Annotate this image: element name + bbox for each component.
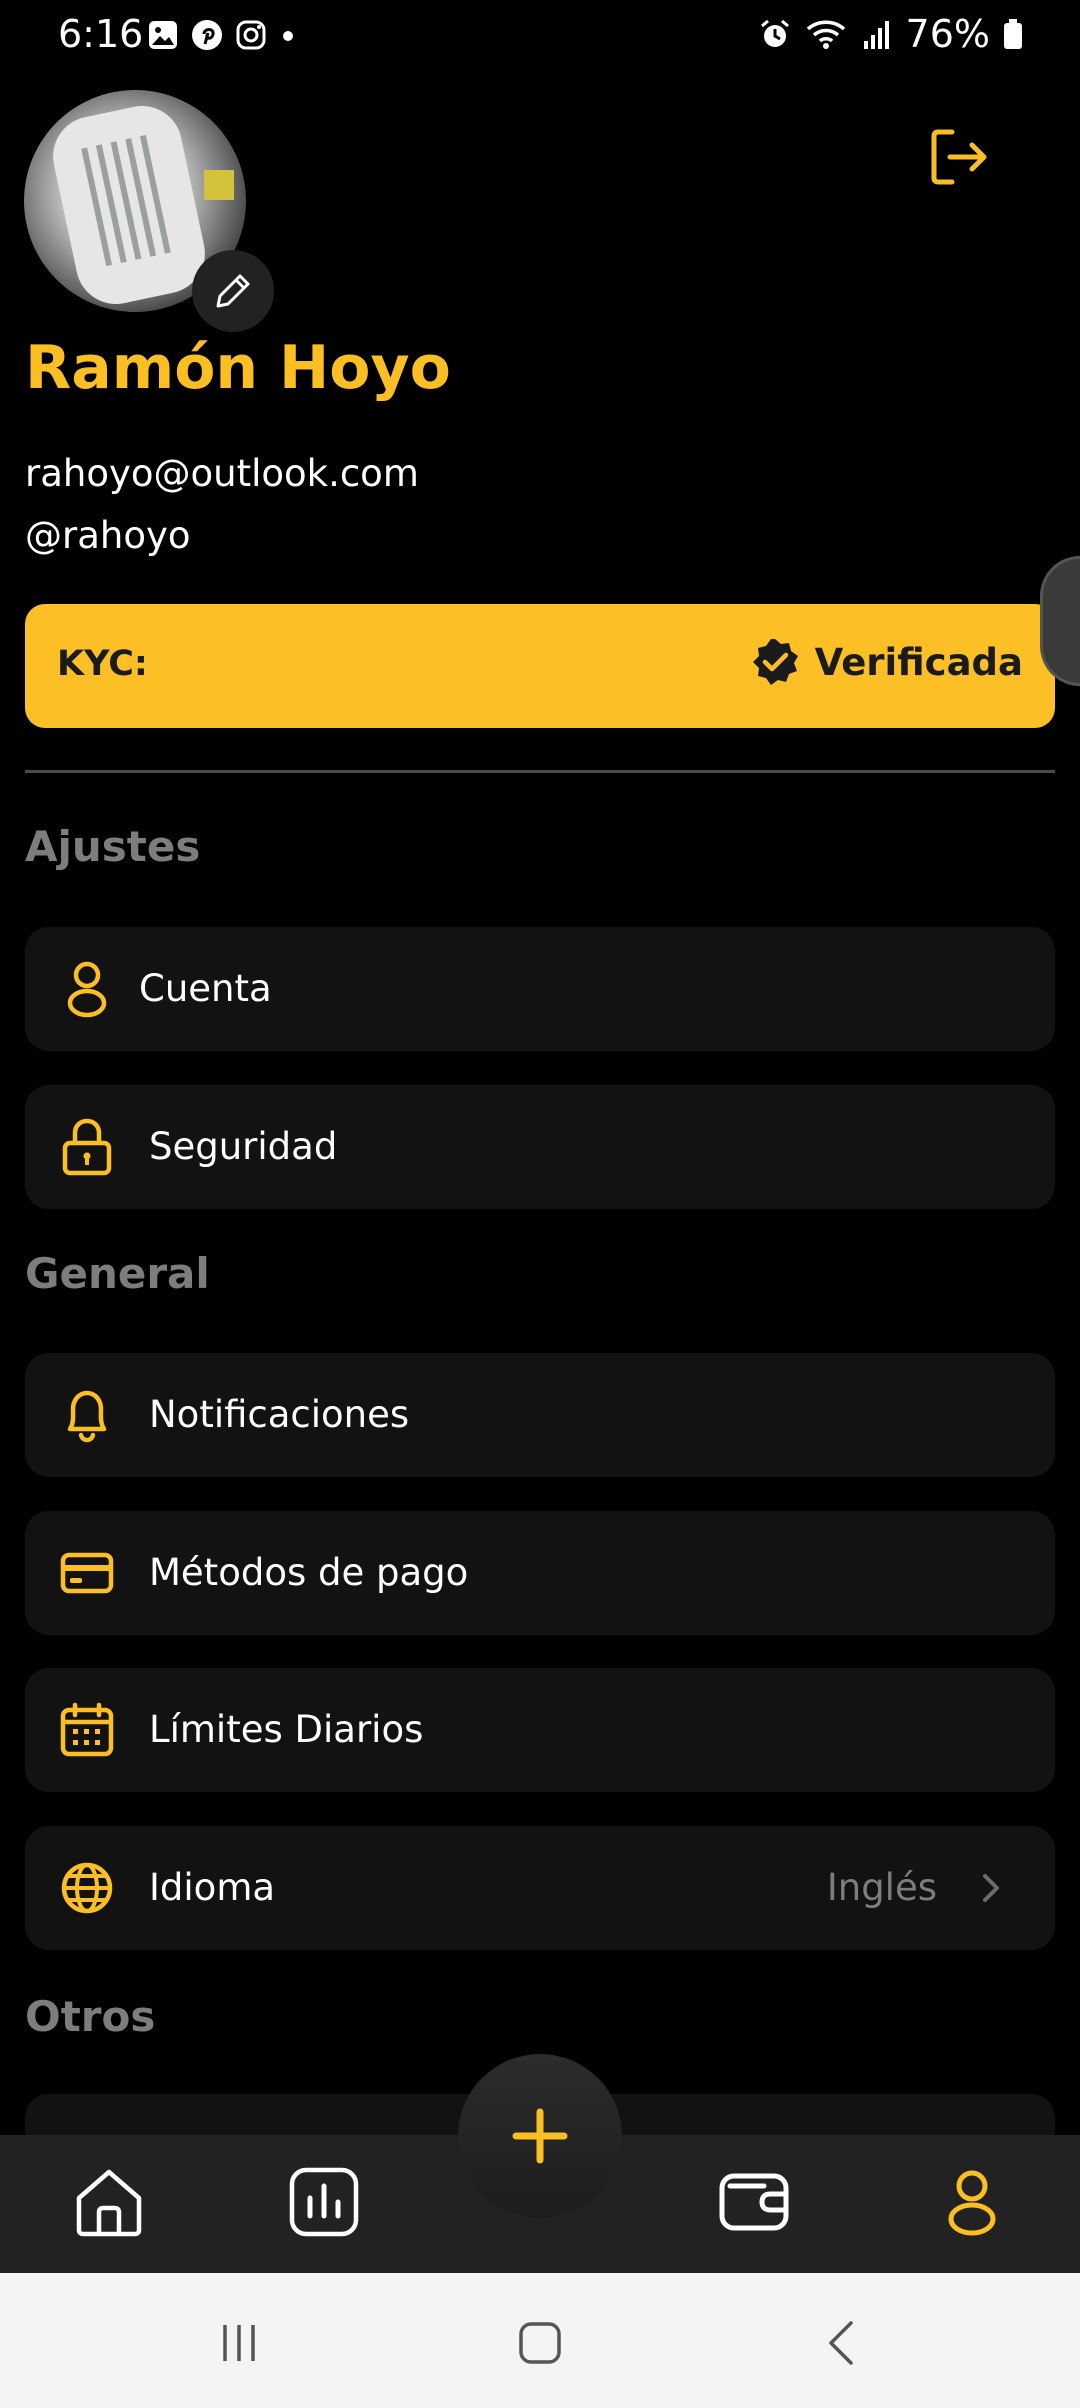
nav-profile[interactable] — [927, 2157, 1017, 2247]
status-time: 6:16 — [58, 12, 144, 56]
nav-wallet[interactable] — [709, 2157, 799, 2247]
kyc-label: KYC: — [57, 644, 148, 684]
menu-item-notifications[interactable]: Notificaciones — [25, 1353, 1055, 1477]
lock-icon — [62, 1118, 112, 1176]
menu-item-label: Seguridad — [149, 1125, 338, 1168]
user-handle: @rahoyo — [25, 514, 191, 557]
edit-avatar-button[interactable] — [192, 250, 274, 332]
menu-item-label: Notificaciones — [149, 1393, 410, 1436]
battery-icon — [1004, 19, 1022, 49]
section-title-settings: Ajustes — [25, 822, 201, 871]
stats-icon — [289, 2167, 359, 2237]
menu-item-language[interactable]: Idioma Inglés — [25, 1826, 1055, 1950]
add-button[interactable] — [458, 2054, 622, 2218]
add-icon — [512, 2108, 568, 2164]
credit-card-icon — [60, 1552, 114, 1594]
menu-item-payment-methods[interactable]: Métodos de pago — [25, 1511, 1055, 1635]
home-square-icon — [519, 2322, 561, 2364]
globe-icon — [61, 1862, 113, 1914]
chevron-right-icon — [973, 1870, 1009, 1906]
battery-percent: 76% — [905, 12, 990, 56]
status-notification-icons — [146, 18, 298, 52]
kyc-status-card: KYC: Verificada — [25, 604, 1055, 728]
menu-item-label: Límites Diarios — [149, 1708, 424, 1751]
wallet-icon — [719, 2173, 789, 2231]
kyc-status-text: Verificada — [814, 640, 1023, 684]
home-icon — [76, 2169, 142, 2237]
pencil-icon — [216, 274, 250, 308]
user-name: Ramón Hoyo — [25, 333, 451, 403]
profile-icon — [948, 2170, 996, 2236]
alarm-icon — [760, 19, 789, 47]
menu-item-daily-limits[interactable]: Límites Diarios — [25, 1668, 1055, 1792]
logout-icon — [931, 129, 987, 185]
home-button[interactable] — [505, 2313, 575, 2373]
user-email: rahoyo@outlook.com — [25, 452, 419, 495]
nav-home[interactable] — [64, 2157, 154, 2247]
gallery-icon — [149, 21, 177, 49]
dot-icon — [283, 31, 293, 41]
section-title-general: General — [25, 1249, 210, 1298]
status-bar: 6:16 76% — [0, 0, 1080, 74]
recent-apps-button[interactable] — [204, 2313, 274, 2373]
divider — [25, 770, 1055, 773]
recent-apps-icon — [223, 2325, 255, 2361]
signal-icon — [863, 21, 889, 49]
menu-item-security[interactable]: Seguridad — [25, 1085, 1055, 1209]
nav-stats[interactable] — [279, 2157, 369, 2247]
logout-button[interactable] — [924, 122, 994, 192]
menu-item-label: Cuenta — [139, 967, 272, 1010]
side-panel-handle[interactable] — [1040, 556, 1080, 686]
back-icon — [829, 2321, 853, 2365]
status-system-icons: 76% — [758, 12, 1024, 56]
instagram-icon — [236, 20, 266, 50]
system-navigation-bar — [0, 2273, 1080, 2408]
menu-item-account[interactable]: Cuenta — [25, 927, 1055, 1051]
bell-icon — [67, 1390, 107, 1443]
back-button[interactable] — [808, 2313, 878, 2373]
calendar-icon — [60, 1702, 114, 1757]
pinterest-icon — [192, 20, 222, 50]
language-value: Inglés — [826, 1866, 937, 1909]
kyc-status: Verificada — [749, 636, 1023, 688]
menu-item-label: Métodos de pago — [149, 1551, 469, 1594]
section-title-others: Otros — [25, 1992, 156, 2041]
wifi-icon — [806, 20, 845, 49]
user-icon — [67, 961, 107, 1018]
verified-badge-icon — [752, 639, 798, 685]
menu-item-label: Idioma — [149, 1866, 276, 1909]
